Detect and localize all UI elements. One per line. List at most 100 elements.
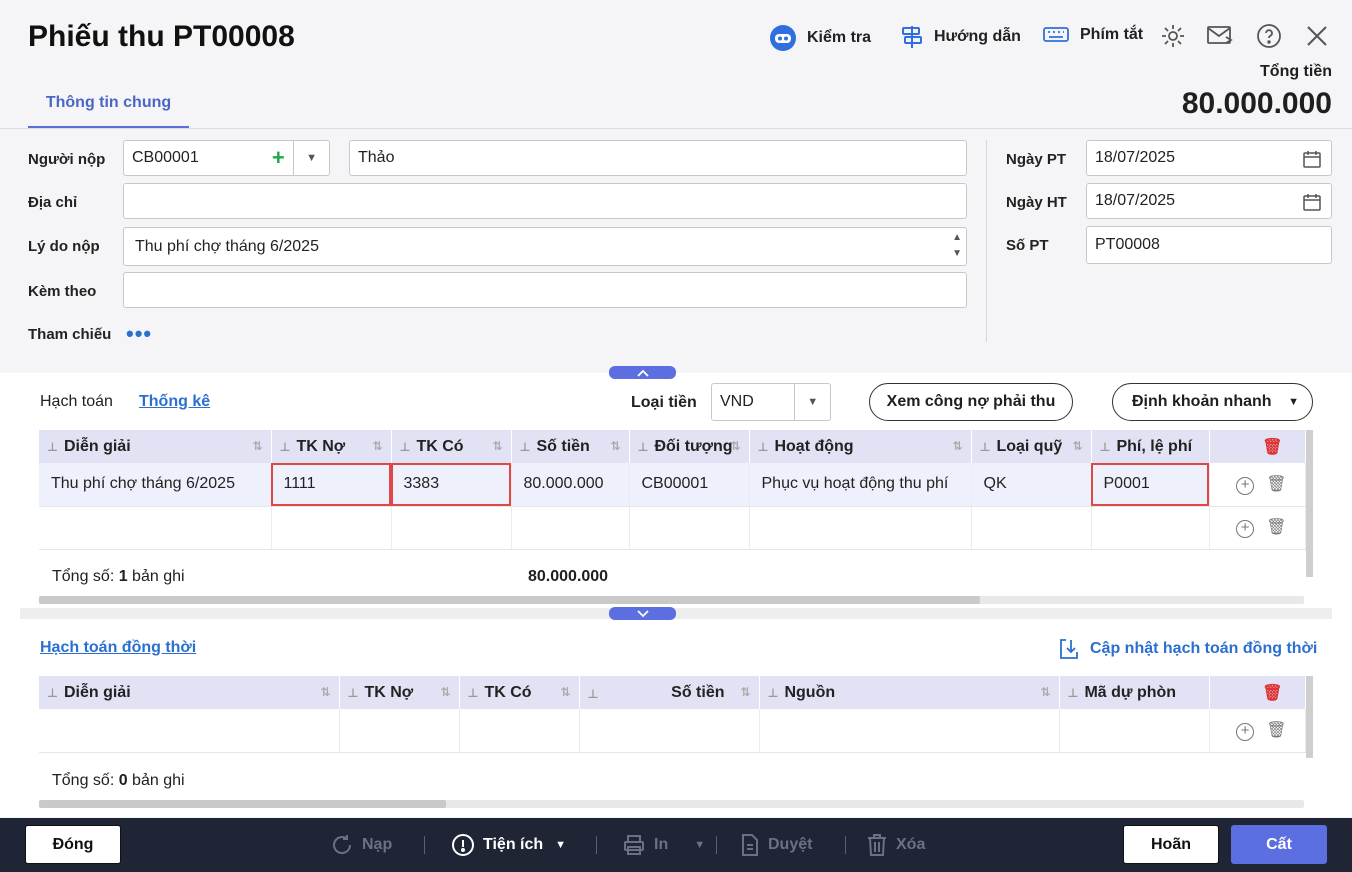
refresh-icon [333,835,352,854]
trash-icon [868,834,886,856]
quick-entry-button[interactable]: Định khoản nhanh ▼ [1112,383,1313,421]
col-header[interactable]: ⊥ TK Có ⇅ [459,676,580,709]
delete-all-icon[interactable]: 🗑 [1209,430,1306,463]
cell-fee[interactable]: P0001 [1091,463,1210,507]
shortcut-label: Phím tắt [1080,26,1144,43]
trash-icon[interactable]: 🗑 [1266,474,1286,494]
delete-all-icon[interactable]: 🗑 [1209,676,1306,709]
table-row[interactable]: + 🗑 [39,709,1306,753]
reason-value: Thu phí chợ tháng 6/2025 [135,237,319,255]
concurrent-title[interactable]: Hạch toán đồng thời [40,639,196,657]
check-button[interactable]: Kiểm tra [769,24,871,52]
cell-fund[interactable]: QK [971,463,1092,507]
col-header[interactable]: ⊥ Hoạt động ⇅ [749,430,972,463]
cell-amount[interactable]: 80.000.000 [511,463,630,507]
calendar-icon[interactable] [1302,192,1322,212]
delete-button[interactable]: Xóa [866,833,925,857]
tab-general[interactable]: Thông tin chung [28,94,189,129]
col-header[interactable]: ⊥ Loại quỹ ⇅ [971,430,1092,463]
date-ht-label: Ngày HT [1006,194,1067,211]
dropdown-icon[interactable]: ▼ [293,141,329,175]
cell-debit[interactable]: 1111 [271,463,392,507]
reason-label: Lý do nộp [28,238,100,255]
col-header[interactable]: ⊥ Nguồn ⇅ [759,676,1060,709]
currency-value: VND [720,393,754,410]
date-pt-field[interactable]: 18/07/2025 [1086,140,1332,176]
row-actions: + 🗑 [1209,506,1306,550]
approve-button[interactable]: Duyệt [740,833,812,857]
cell-desc[interactable]: Thu phí chợ tháng 6/2025 [39,463,272,507]
col-header[interactable]: ⊥ TK Nợ ⇅ [271,430,392,463]
shortcut-button[interactable]: Phím tắt [1042,24,1143,46]
address-field[interactable] [123,183,967,219]
view-debt-button[interactable]: Xem công nợ phải thu [869,383,1073,421]
add-row-icon[interactable]: + [1236,722,1255,741]
vertical-scrollbar[interactable] [1306,430,1313,577]
close-icon[interactable] [1303,22,1331,50]
update-concurrent-button[interactable]: Cập nhật hạch toán đồng thời [1058,637,1317,661]
col-header[interactable]: ⊥ Mã dự phòn [1059,676,1210,709]
save-button[interactable]: Cất [1231,825,1327,864]
add-row-icon[interactable]: + [1236,476,1255,495]
add-icon[interactable]: + [263,145,293,171]
col-header[interactable]: ⊥ TK Nợ ⇅ [339,676,460,709]
table-header-row: ⊥ Diễn giải ⇅ ⊥ TK Nợ ⇅ ⊥ TK Có ⇅ ⊥ Số tiền ⇅ ⊥ N… [39,676,1306,709]
accounting-table: ⊥ Diễn giải ⇅ ⊥ TK Nợ ⇅ ⊥ TK Có ⇅ ⊥ Số tiền ⇅ ⊥ Đ… [39,430,1306,550]
dropdown-icon[interactable]: ▼ [794,384,830,420]
print-button[interactable]: In ▼ [622,833,705,857]
delete-label: Xóa [896,836,926,853]
table-total: Tổng số: 1 bản ghi [52,568,185,585]
add-row-icon[interactable]: + [1236,520,1255,538]
total-label: Tổng tiền [1260,63,1332,80]
help-icon[interactable] [1255,22,1283,50]
so-pt-field[interactable]: PT00008 [1086,226,1332,264]
reload-button[interactable]: Nạp [330,833,392,857]
col-header[interactable]: ⊥ Diễn giải ⇅ [39,430,272,463]
payer-code-combo[interactable]: CB00001 + ▼ [123,140,330,176]
tab-accounting[interactable]: Hạch toán [40,393,113,411]
print-label: In [654,836,669,853]
cell-object[interactable]: CB00001 [629,463,750,507]
table-row[interactable]: Thu phí chợ tháng 6/2025 1111 3383 80.00… [39,463,1306,507]
quick-entry-label: Định khoản nhanh [1132,393,1272,410]
total-value: 80.000.000 [1181,87,1332,120]
collapse-up-button[interactable] [609,366,676,379]
date-ht-field[interactable]: 18/07/2025 [1086,183,1332,219]
signpost-icon [902,26,922,48]
horizontal-scrollbar[interactable] [39,596,980,604]
currency-select[interactable]: VND ▼ [711,383,831,421]
cancel-button[interactable]: Hoãn [1123,825,1219,864]
footer-separator [716,836,717,854]
col-header[interactable]: ⊥ Số tiền ⇅ [579,676,760,709]
reason-field[interactable]: Thu phí chợ tháng 6/2025 ▲ ▼ [123,227,967,266]
calendar-icon[interactable] [1302,149,1322,169]
attach-label: Kèm theo [28,283,97,300]
mail-icon[interactable] [1206,22,1234,50]
payer-name-field[interactable]: Thảo [349,140,967,176]
collapse-down-button[interactable] [609,607,676,620]
date-pt-label: Ngày PT [1006,151,1067,168]
close-button[interactable]: Đóng [25,825,121,864]
tab-stats[interactable]: Thống kê [139,393,210,411]
utilities-button[interactable]: Tiện ích ▼ [451,833,566,857]
col-header[interactable]: ⊥ TK Có ⇅ [391,430,512,463]
update-concurrent-label: Cập nhật hạch toán đồng thời [1090,640,1318,657]
col-header[interactable]: ⊥ Số tiền ⇅ [511,430,630,463]
table-row[interactable]: + 🗑 [39,506,1306,550]
horizontal-scrollbar[interactable] [39,800,446,808]
attach-field[interactable] [123,272,967,308]
col-header[interactable]: ⊥ Diễn giải ⇅ [39,676,340,709]
cell-activity[interactable]: Phục vụ hoạt động thu phí [749,463,972,507]
col-header[interactable]: ⊥ Đối tượng ⇅ [629,430,750,463]
gear-icon[interactable] [1159,22,1187,50]
cell-credit[interactable]: 3383 [391,463,512,507]
vertical-scrollbar[interactable] [1306,676,1313,758]
approve-label: Duyệt [768,836,813,853]
form-divider [986,140,987,342]
more-dots-icon[interactable]: ••• [126,323,152,345]
guide-button[interactable]: Hướng dẫn [900,24,1021,50]
col-header[interactable]: ⊥ Phí, lệ phí [1091,430,1210,463]
trash-icon[interactable]: 🗑 [1266,517,1286,537]
trash-icon[interactable]: 🗑 [1266,720,1286,740]
reason-scroll-arrows[interactable]: ▲ ▼ [952,230,962,262]
